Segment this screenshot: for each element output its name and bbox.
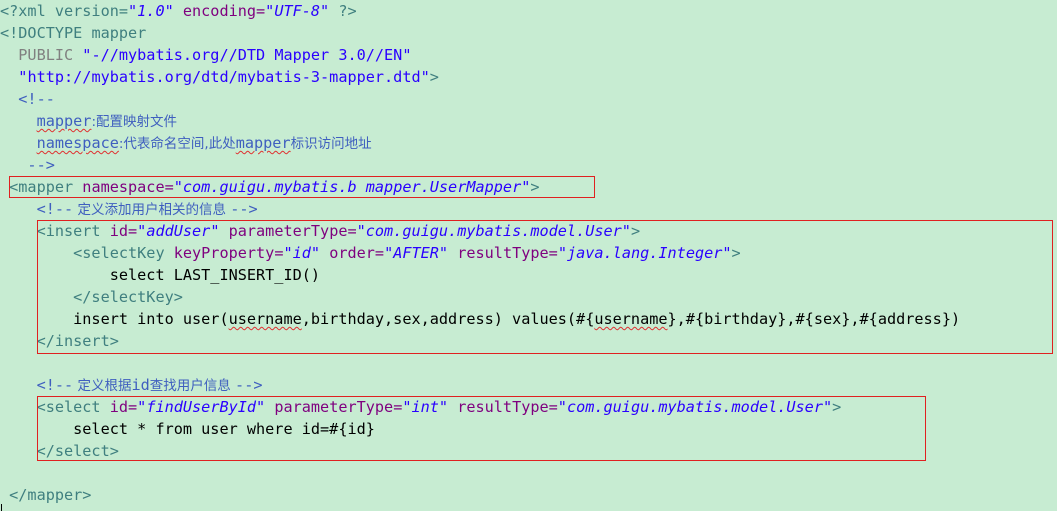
encoding-value: "UTF-8" bbox=[265, 2, 330, 20]
comment-open: <!-- bbox=[0, 200, 74, 218]
mapper-close-tag: </mapper> bbox=[0, 486, 92, 504]
comment-close: --> bbox=[230, 200, 258, 218]
comment-close: --> bbox=[235, 376, 263, 394]
comment-open: <!-- bbox=[0, 90, 55, 108]
code-line-2: <!DOCTYPE mapper bbox=[0, 22, 146, 44]
comment-close: --> bbox=[0, 156, 55, 174]
code-line-17: <!-- 定义根据id查找用户信息 --> bbox=[0, 374, 263, 396]
xml-declaration: <?xml version= bbox=[0, 2, 129, 20]
text-caret bbox=[1, 504, 2, 511]
code-line-5: <!-- bbox=[0, 88, 55, 110]
insert-block-highlight-box bbox=[37, 220, 1053, 354]
comment-open: <!-- bbox=[0, 376, 74, 394]
code-line-4: "http://mybatis.org/dtd/mybatis-3-mapper… bbox=[0, 66, 439, 88]
encoding-attr: encoding= bbox=[173, 2, 266, 20]
comment-text: 查找用户信息 bbox=[149, 378, 236, 394]
doctype-keyword: <!DOCTYPE bbox=[0, 24, 83, 42]
code-line-1: <?xml version="1.0" encoding="UTF-8" ?> bbox=[0, 0, 357, 22]
code-line-6: mapper:配置映射文件 bbox=[0, 110, 177, 132]
xml-code-editor[interactable]: <?xml version="1.0" encoding="UTF-8" ?> … bbox=[0, 0, 1057, 511]
comment-word: id bbox=[131, 376, 150, 394]
public-id: "-//mybatis.org//DTD Mapper 3.0//EN" bbox=[82, 46, 412, 64]
doctype-end: > bbox=[429, 68, 439, 86]
comment-text: 定义根据 bbox=[73, 378, 132, 394]
comment-word: namespace bbox=[36, 134, 119, 152]
comment-word: mapper bbox=[235, 134, 291, 152]
comment-text: :代表命名空间,此处 bbox=[118, 136, 236, 152]
system-id: "http://mybatis.org/dtd/mybatis-3-mapper… bbox=[18, 68, 430, 86]
comment-text: 定义添加用户相关的信息 bbox=[73, 202, 231, 218]
doctype-name: mapper bbox=[82, 24, 147, 42]
code-line-8: --> bbox=[0, 154, 55, 176]
select-block-highlight-box bbox=[37, 396, 926, 461]
code-line-3: PUBLIC "-//mybatis.org//DTD Mapper 3.0//… bbox=[0, 44, 411, 66]
public-keyword: PUBLIC bbox=[0, 46, 83, 64]
version-value: "1.0" bbox=[128, 2, 174, 20]
comment-text: 标识访问地址 bbox=[290, 136, 372, 152]
comment-text: :配置映射文件 bbox=[91, 114, 178, 130]
comment-word: mapper bbox=[36, 112, 92, 130]
code-line-7: namespace:代表命名空间,此处mapper标识访问地址 bbox=[0, 132, 372, 154]
xml-declaration-end: ?> bbox=[329, 2, 357, 20]
code-line-10: <!-- 定义添加用户相关的信息 --> bbox=[0, 198, 258, 220]
mapper-namespace-highlight-box bbox=[9, 176, 595, 198]
code-line-21: </mapper> bbox=[0, 484, 91, 506]
